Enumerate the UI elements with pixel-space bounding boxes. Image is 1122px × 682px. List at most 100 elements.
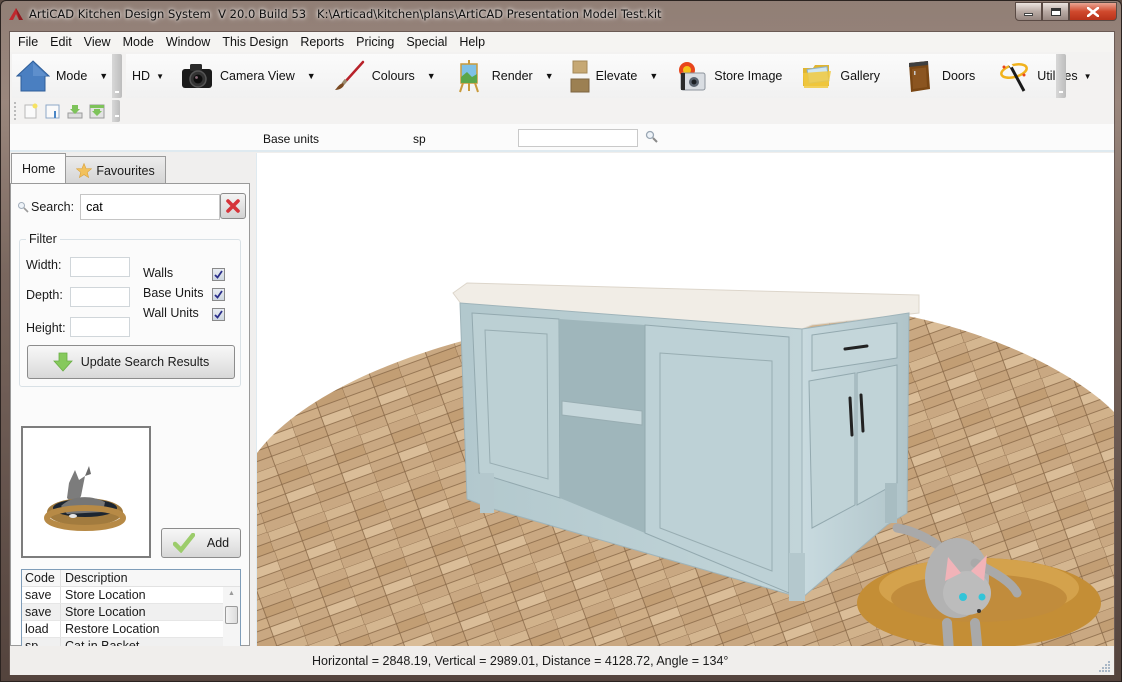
- table-row[interactable]: load Restore Location: [22, 621, 240, 638]
- colours-button[interactable]: Colours ▼: [328, 56, 440, 96]
- update-search-results-button[interactable]: Update Search Results: [27, 345, 235, 379]
- menu-window[interactable]: Window: [160, 35, 216, 49]
- selection-info-row: Base units sp: [10, 124, 1114, 152]
- table-row[interactable]: save Store Location: [22, 604, 240, 621]
- row-description: Store Location: [65, 588, 146, 602]
- scroll-thumb[interactable]: [225, 606, 238, 624]
- minimize-button[interactable]: [1015, 2, 1042, 21]
- depth-input[interactable]: [70, 287, 130, 307]
- toolstrip-grip[interactable]: [1056, 54, 1066, 98]
- clear-search-button[interactable]: [220, 193, 246, 219]
- depth-label: Depth:: [26, 288, 63, 302]
- maximize-button[interactable]: [1042, 2, 1069, 21]
- menu-view[interactable]: View: [78, 35, 117, 49]
- toolstrip-grip[interactable]: [112, 54, 122, 98]
- home-tab-panel: Search: Filter Width: Depth: Height: Wal…: [10, 183, 250, 665]
- camera-view-label: Camera View: [219, 69, 295, 83]
- store-image-button[interactable]: Store Image: [670, 56, 786, 96]
- side-door-left: [808, 372, 856, 529]
- menu-reports[interactable]: Reports: [294, 35, 350, 49]
- mode-dropdown-arrow-icon[interactable]: ▼: [99, 71, 108, 81]
- column-header-code[interactable]: Code: [22, 570, 61, 586]
- render-button[interactable]: Render ▼: [448, 56, 558, 96]
- search-icon: [18, 202, 29, 213]
- download-icon: [67, 105, 83, 119]
- walls-checkbox[interactable]: [212, 268, 225, 281]
- menu-file[interactable]: File: [12, 35, 44, 49]
- menu-mode[interactable]: Mode: [117, 35, 160, 49]
- menu-special[interactable]: Special: [400, 35, 453, 49]
- menu-pricing[interactable]: Pricing: [350, 35, 400, 49]
- client-area: File Edit View Mode Window This Design R…: [9, 31, 1115, 675]
- rendered-scene: [257, 282, 1114, 646]
- new-document-button[interactable]: [22, 102, 40, 120]
- checkmark-icon: [214, 290, 223, 299]
- utilities-button[interactable]: Utilities ▼: [993, 56, 1095, 96]
- gallery-button[interactable]: Gallery: [796, 56, 884, 96]
- menu-help[interactable]: Help: [453, 35, 491, 49]
- search-icon[interactable]: [645, 130, 659, 144]
- add-button[interactable]: Add: [161, 528, 241, 558]
- gallery-label: Gallery: [840, 69, 880, 83]
- open-document-button[interactable]: [44, 102, 62, 120]
- render-dropdown-arrow-icon[interactable]: ▼: [545, 71, 554, 81]
- height-label: Height:: [26, 321, 66, 335]
- toolstrip-grip[interactable]: [112, 100, 120, 122]
- row-code: save: [22, 604, 61, 620]
- table-row[interactable]: save Store Location: [22, 587, 240, 604]
- cabinet-leg: [789, 553, 805, 601]
- mode-button[interactable]: Mode ▼: [12, 56, 112, 96]
- panel-tabs: Home Favourites: [10, 153, 166, 184]
- tab-favourites-label: Favourites: [96, 163, 155, 178]
- title-bar[interactable]: ArtiCAD Kitchen Design System V 20.0 Bui…: [1, 1, 1122, 31]
- code-label: sp: [413, 132, 426, 146]
- close-button[interactable]: [1069, 2, 1117, 21]
- save-download-button[interactable]: [66, 102, 84, 120]
- item-preview: [21, 426, 151, 558]
- 3d-viewport[interactable]: [256, 153, 1114, 646]
- cat-in-basket-thumbnail: [44, 466, 126, 531]
- resize-grip-icon[interactable]: [1099, 660, 1111, 672]
- elevation-icon: [570, 59, 590, 93]
- wall-units-label: Wall Units: [143, 306, 199, 320]
- column-header-description[interactable]: Description: [61, 570, 223, 586]
- window-title: ArtiCAD Kitchen Design System V 20.0 Bui…: [29, 7, 662, 21]
- code-search-input[interactable]: [518, 129, 638, 147]
- camera-view-dropdown-arrow-icon[interactable]: ▼: [307, 71, 316, 81]
- walls-label: Walls: [143, 266, 174, 280]
- toolstrip-handle[interactable]: [14, 102, 17, 120]
- open-shelf: [559, 319, 645, 533]
- tab-home[interactable]: Home: [11, 153, 67, 184]
- colours-dropdown-arrow-icon[interactable]: ▼: [427, 71, 436, 81]
- utilities-dropdown-arrow-icon[interactable]: ▼: [1084, 72, 1092, 81]
- tab-favourites[interactable]: Favourites: [65, 156, 166, 184]
- wall-units-checkbox[interactable]: [212, 308, 225, 321]
- new-document-icon: [24, 103, 38, 119]
- mode-label: Mode: [56, 69, 88, 83]
- doors-button[interactable]: Doors: [898, 56, 979, 96]
- easel-icon: [452, 59, 486, 93]
- elevate-dropdown-arrow-icon[interactable]: ▼: [649, 71, 658, 81]
- hd-button[interactable]: HD ▼: [126, 56, 168, 96]
- down-arrow-icon: [52, 352, 73, 372]
- folder-gallery-icon: [800, 59, 834, 93]
- elevate-button[interactable]: Elevate ▼: [566, 56, 663, 96]
- hd-dropdown-arrow-icon[interactable]: ▼: [156, 72, 164, 81]
- close-icon: [1087, 6, 1099, 17]
- star-icon: [76, 163, 93, 178]
- menu-edit[interactable]: Edit: [44, 35, 78, 49]
- category-label: Base units: [263, 132, 320, 146]
- import-button[interactable]: [88, 102, 106, 120]
- width-input[interactable]: [70, 257, 130, 277]
- base-units-checkbox[interactable]: [212, 288, 225, 301]
- colours-label: Colours: [371, 69, 415, 83]
- search-label: Search:: [31, 200, 75, 214]
- checkmark-icon: [214, 310, 223, 319]
- menu-this-design[interactable]: This Design: [216, 35, 294, 49]
- scroll-up-icon[interactable]: ▲: [228, 590, 235, 597]
- library-search-input[interactable]: [80, 194, 221, 220]
- clear-x-icon: [226, 199, 240, 213]
- camera-view-button[interactable]: Camera View ▼: [176, 56, 320, 96]
- library-panel: Home Favourites Search: Filter: [10, 153, 256, 665]
- height-input[interactable]: [70, 317, 130, 337]
